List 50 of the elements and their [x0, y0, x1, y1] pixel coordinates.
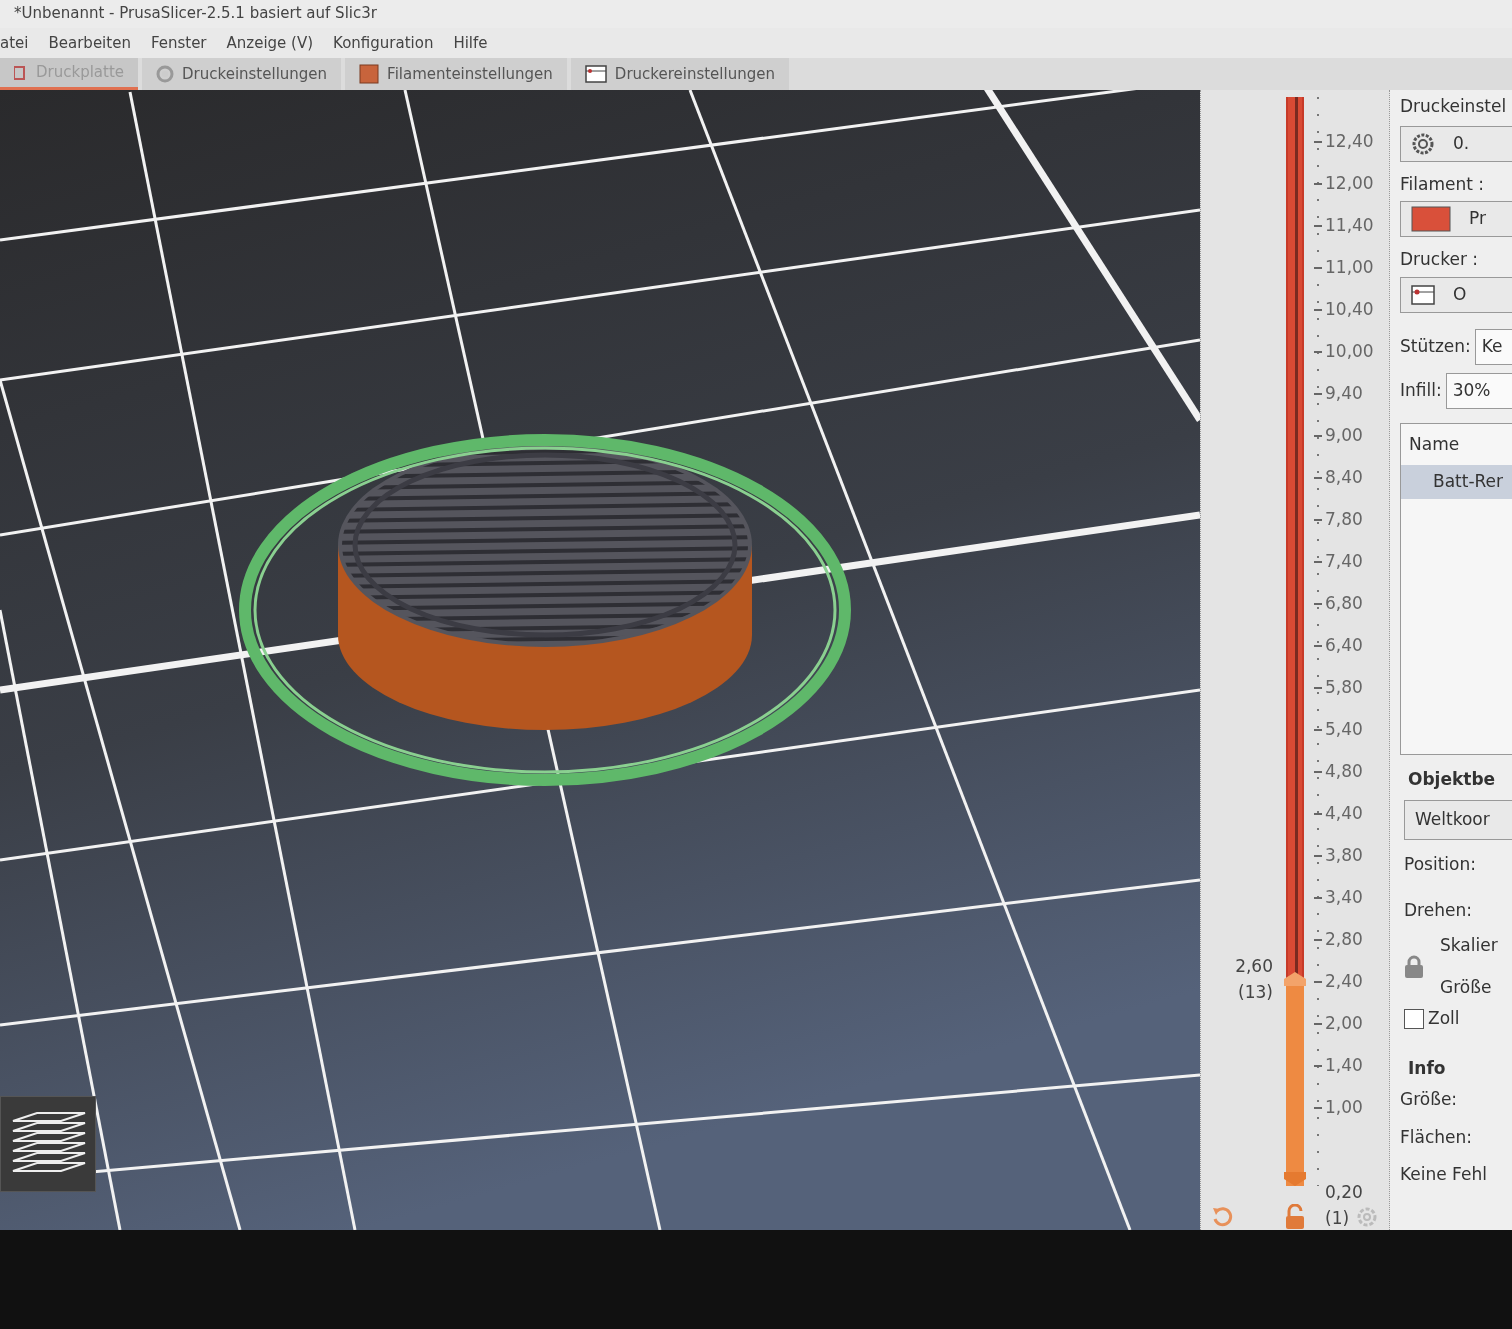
menu-item[interactable]: atei: [0, 32, 29, 58]
menu-item[interactable]: Hilfe: [453, 32, 488, 58]
preset-dropdown[interactable]: O: [1400, 276, 1512, 313]
menu-item[interactable]: Konfiguration: [333, 32, 434, 58]
menu-item[interactable]: Fenster: [150, 32, 207, 58]
layer-number-label: (13): [1237, 980, 1273, 1004]
printer-icon: [1411, 283, 1435, 306]
settings-tab[interactable]: Druckereinstellungen: [570, 58, 789, 90]
layer-height-label: 0,20: [1325, 1181, 1363, 1204]
field-label: Drehen:: [1403, 898, 1473, 922]
field-label: Position:: [1403, 853, 1477, 876]
field-label: Größe:: [1400, 1088, 1459, 1111]
color-swatch: [1411, 206, 1451, 232]
field-label: Stützen:: [1400, 334, 1471, 358]
lock-icon[interactable]: [1404, 954, 1424, 979]
gear-icon: [156, 65, 175, 83]
section-title: Objektbe: [1407, 767, 1497, 791]
gear-icon: [1411, 131, 1435, 156]
input-field[interactable]: 30%: [1445, 372, 1512, 409]
field-label: Größe: [1440, 975, 1493, 999]
preset-dropdown[interactable]: 0.: [1400, 125, 1512, 162]
layer-slider-track[interactable]: [1286, 97, 1304, 1186]
section-title: Druckeinstel: [1400, 95, 1508, 118]
field-label: Skalier: [1440, 934, 1498, 957]
layer-height-label: 2,60: [1235, 954, 1273, 978]
settings-tab[interactable]: Filamenteinstellungen: [345, 58, 567, 90]
menu-item[interactable]: Anzeige (V): [226, 32, 314, 58]
field-label: Drucker :: [1400, 248, 1480, 271]
upper-thumb[interactable]: [1284, 972, 1306, 987]
printer-icon: [584, 64, 607, 84]
filament-spool-icon: [359, 64, 380, 84]
input-field[interactable]: Ke: [1474, 328, 1512, 365]
object-list-row[interactable]: Batt-Rer: [1401, 465, 1512, 499]
menu-item[interactable]: Bearbeiten: [48, 32, 131, 58]
field-label: Infill:: [1400, 378, 1442, 402]
lower-thumb[interactable]: [1284, 1172, 1306, 1186]
field-label: Keine Fehl: [1400, 1163, 1488, 1186]
layers-button[interactable]: [0, 1096, 96, 1192]
revert-icon[interactable]: [1211, 1205, 1235, 1229]
column-header: Name: [1408, 432, 1461, 456]
settings-tab[interactable]: Druckeinstellungen: [142, 58, 342, 90]
inches-checkbox[interactable]: Zoll: [1400, 1006, 1512, 1032]
section-title: Info: [1407, 1056, 1447, 1080]
plate-icon: [14, 64, 28, 81]
field-label: Flächen:: [1400, 1125, 1473, 1149]
field-label: Filament :: [1400, 172, 1485, 196]
coordinates-dropdown[interactable]: Weltkoor: [1404, 800, 1512, 840]
layer-number-label: (1): [1325, 1206, 1351, 1230]
lock-icon[interactable]: [1284, 1204, 1306, 1230]
preset-dropdown[interactable]: Pr: [1400, 201, 1512, 237]
